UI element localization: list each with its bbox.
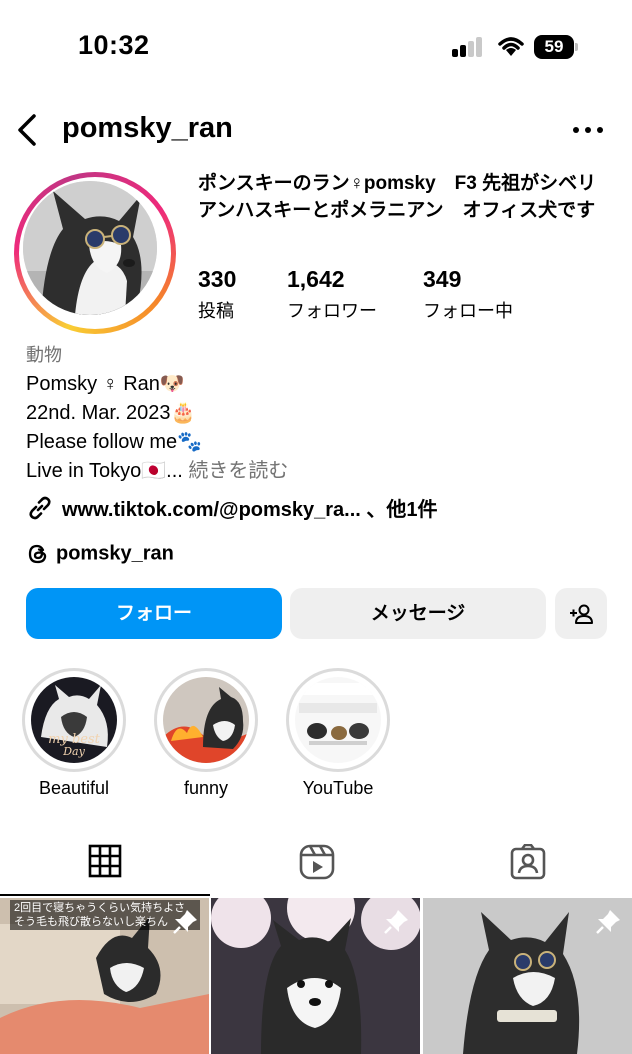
message-button[interactable]: メッセージ xyxy=(290,588,546,639)
external-link[interactable]: www.tiktok.com/@pomsky_ra... 、他1件 xyxy=(26,493,438,523)
profile-tabs xyxy=(0,838,632,896)
link-text: www.tiktok.com/@pomsky_ra... 、他1件 xyxy=(62,499,438,521)
read-more-link[interactable]: 続きを読む xyxy=(188,460,288,482)
pinned-icon xyxy=(173,910,197,934)
highlight-thumbnail xyxy=(163,677,249,763)
post-tile[interactable]: 2回目で寝ちゃうくらい気持ちよさそう毛も飛び散らないし楽ちん xyxy=(0,898,209,1054)
more-options-icon[interactable] xyxy=(568,118,608,142)
avatar-photo xyxy=(23,181,157,315)
battery-level: 59 xyxy=(534,35,574,59)
threads-icon xyxy=(28,544,47,564)
profile-header: pomsky_ran xyxy=(0,100,632,160)
pinned-icon xyxy=(596,910,620,934)
follow-button[interactable]: フォロー xyxy=(26,588,282,639)
highlight-label: YouTube xyxy=(302,778,374,798)
link-icon xyxy=(29,496,51,519)
avatar[interactable] xyxy=(14,172,176,334)
bio-line-last: Live in Tokyo🇯🇵... 続きを読む xyxy=(26,457,616,486)
stat-followers-label: フォロワー xyxy=(287,301,377,321)
back-icon[interactable] xyxy=(12,112,42,148)
threads-badge[interactable]: pomsky_ran xyxy=(26,542,174,572)
highlight-label: funny xyxy=(183,778,229,798)
pinned-icon xyxy=(384,910,408,934)
wifi-icon xyxy=(498,37,524,56)
tab-posts[interactable] xyxy=(0,838,210,896)
cellular-signal-icon xyxy=(452,37,484,57)
profile-bio: 動物 Pomsky ♀ Ran🐶 22nd. Mar. 2023🎂 Please… xyxy=(26,341,616,486)
highlight-thumbnail xyxy=(295,677,381,763)
highlight-label: Beautiful xyxy=(38,778,110,798)
add-user-icon xyxy=(570,604,593,624)
stat-following-count: 349 xyxy=(423,266,462,292)
grid-icon xyxy=(88,844,122,878)
bio-line: 22nd. Mar. 2023🎂 xyxy=(26,402,196,424)
stat-followers-count: 1,642 xyxy=(287,266,345,292)
highlight-youtube[interactable]: YouTube xyxy=(286,668,390,799)
highlight-funny[interactable]: funny xyxy=(154,668,258,799)
status-time: 10:32 xyxy=(78,30,150,60)
svg-text:Day: Day xyxy=(62,745,85,758)
tab-reels[interactable] xyxy=(211,838,421,896)
post-tile[interactable] xyxy=(423,898,632,1054)
posts-grid: 2回目で寝ちゃうくらい気持ちよさそう毛も飛び散らないし楽ちん xyxy=(0,898,632,1054)
stat-posts[interactable]: 330 投稿 xyxy=(198,266,236,323)
threads-handle: pomsky_ran xyxy=(56,542,174,565)
profile-category: 動物 xyxy=(26,345,62,365)
reels-icon xyxy=(299,844,335,880)
bio-line: Pomsky ♀ Ran🐶 xyxy=(26,373,185,395)
stat-following-label: フォロー中 xyxy=(423,301,513,321)
suggested-users-button[interactable] xyxy=(555,588,607,639)
stat-posts-count: 330 xyxy=(198,266,237,292)
tab-tagged[interactable] xyxy=(422,838,632,896)
highlight-thumbnail: my best Day xyxy=(31,677,117,763)
header-username: pomsky_ran xyxy=(62,112,233,144)
status-bar: 10:32 59 xyxy=(0,0,632,96)
profile-stats: 330 投稿 1,642 フォロワー 349 フォロー中 xyxy=(198,266,618,326)
stat-followers[interactable]: 1,642 フォロワー xyxy=(287,266,377,323)
battery-icon: 59 xyxy=(534,35,578,59)
bio-line: Please follow me🐾 xyxy=(26,431,203,453)
post-tile[interactable] xyxy=(211,898,420,1054)
tagged-icon xyxy=(510,844,546,880)
profile-display-name: ポンスキーのラン♀pomsky F3 先祖がシベリアンハスキーとポメラニアン オ… xyxy=(198,173,597,221)
stat-posts-label: 投稿 xyxy=(198,301,234,321)
stat-following[interactable]: 349 フォロー中 xyxy=(423,266,513,323)
highlight-beautiful[interactable]: my best Day Beautiful xyxy=(22,668,126,799)
bio-line: Live in Tokyo🇯🇵... xyxy=(26,460,183,482)
